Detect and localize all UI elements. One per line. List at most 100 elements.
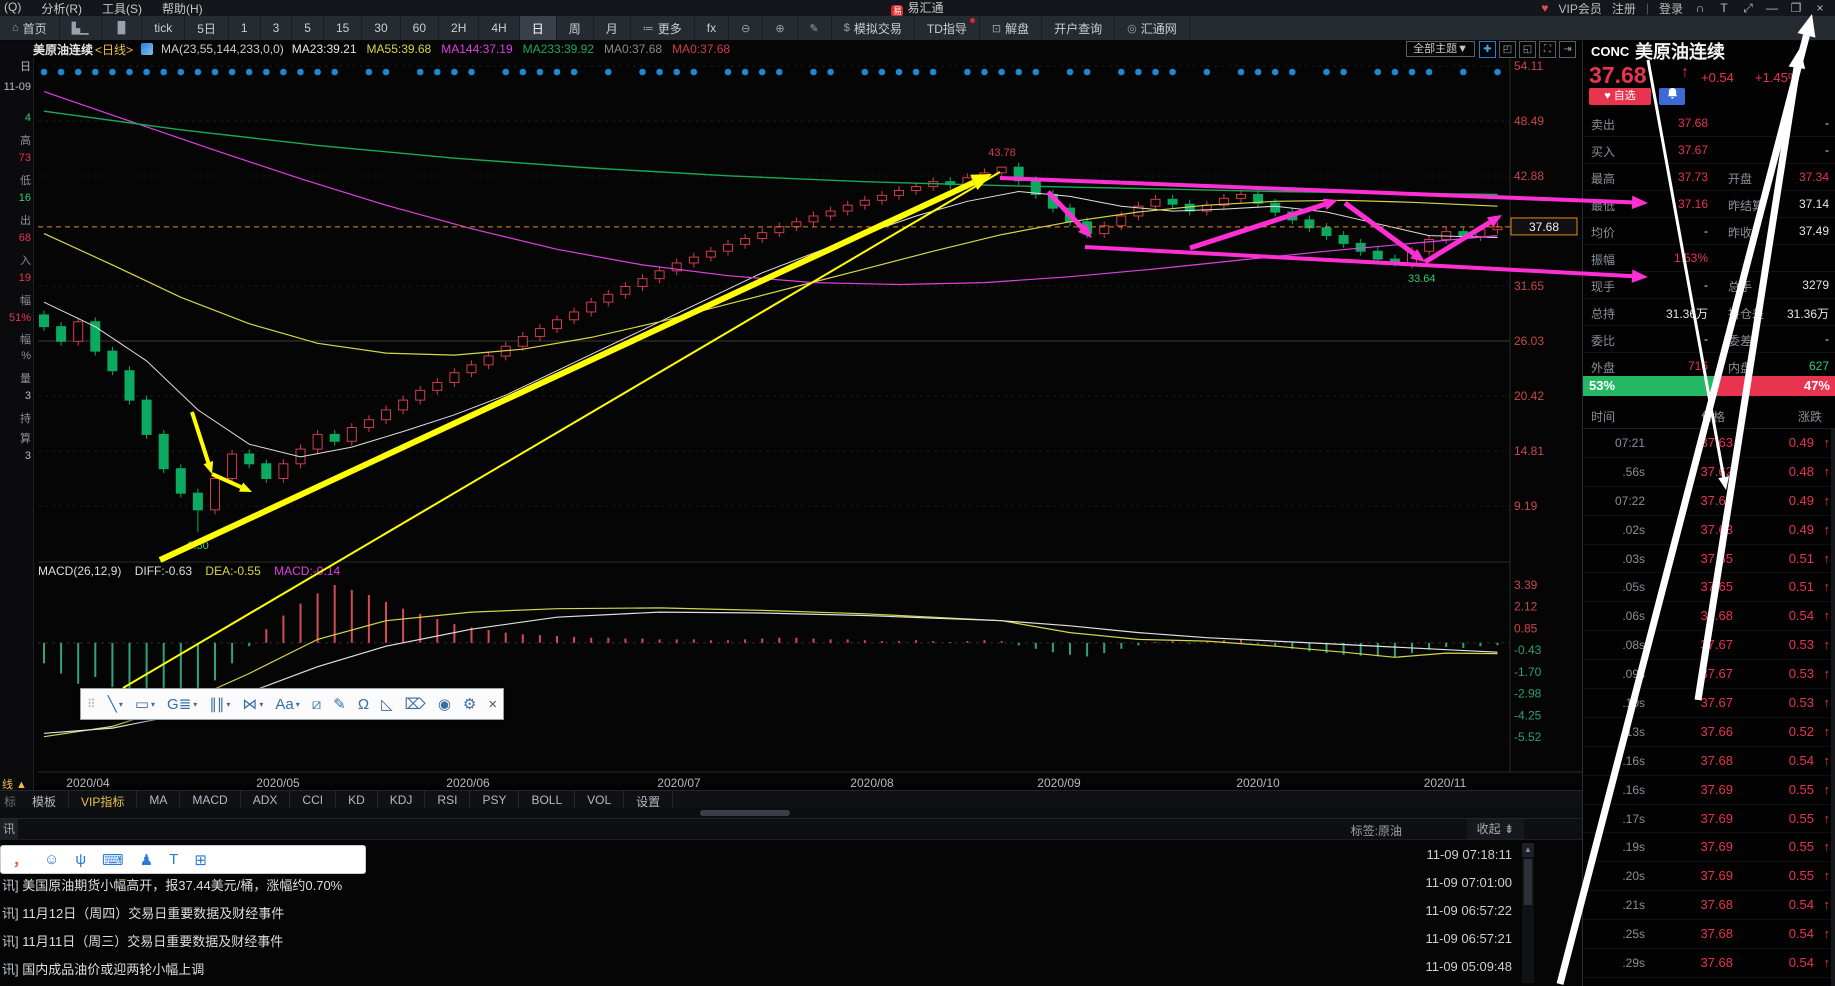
theme-dropdown[interactable]: 全部主题▼ [1406,41,1475,57]
toolbar-m3-button[interactable]: 3 [261,16,293,40]
toolbar-h4-button[interactable]: 4H [479,16,520,40]
tick-row[interactable]: .03s 37.65 0.51 ↑ [1583,545,1835,574]
toolbar-day-button[interactable]: 日 [519,16,557,40]
menu-item-3[interactable]: 帮助(H) [162,0,203,17]
tab-VOL[interactable]: VOL [575,791,625,809]
tick-row[interactable]: .17s 37.69 0.55 ↑ [1583,805,1835,834]
hscroll-thumb[interactable] [700,810,790,816]
toolbar-zoom-in-button[interactable]: ⊕ [763,16,798,40]
settings-tool-icon[interactable]: ⚙ [463,695,476,713]
tick-row[interactable]: .06s 37.68 0.54 ↑ [1583,602,1835,632]
toolbar-tick-button[interactable]: tick [142,16,186,40]
toolbar-week-button[interactable]: 周 [557,16,594,40]
toolbar-jiepan-button[interactable]: ⊡ 解盘 [980,16,1043,40]
news-collapse-button[interactable]: 收起 ⇟ [1466,819,1524,839]
tick-row[interactable]: .19s 37.69 0.55 ↑ [1583,833,1835,863]
toolbar-zoom-out-button[interactable]: ⊖ [729,16,764,40]
toolbar-account-query-button[interactable]: 开户查询 [1042,16,1116,40]
minimize-icon[interactable]: — [1765,1,1779,16]
tick-row[interactable]: .16s 37.68 0.54 ↑ [1583,747,1835,776]
news-tab[interactable]: 讯 [0,819,18,839]
pan-icon[interactable]: ✚ [1479,40,1496,58]
tab-PSY[interactable]: PSY [470,791,520,809]
news-item[interactable]: 讯] 11月12日（周四）交易日重要数据及财经事件 11-09 06:57:22 [0,896,1582,924]
tab-CCI[interactable]: CCI [290,791,337,809]
pencil-tool-icon[interactable]: ✎ [333,695,346,713]
ime-icon-1[interactable]: ☺ [44,851,59,868]
toolbar-h2-button[interactable]: 2H [439,16,480,40]
col-time[interactable]: 时间 [1591,408,1615,425]
tick-row[interactable]: .29s 37.68 0.54 ↑ [1583,949,1835,978]
tick-row[interactable]: .05s 37.65 0.51 ↑ [1583,573,1835,603]
tab-MACD[interactable]: MACD [180,791,241,809]
toolbar-td-guide-button[interactable]: TD指导 [915,16,980,40]
gann-tool-icon[interactable]: G≣ ▾ [167,695,197,713]
indicator-icon[interactable] [141,43,154,55]
fullscreen-icon[interactable]: ⛶ [1539,40,1556,58]
news-scroll-thumb[interactable] [1524,859,1532,905]
eraser-tool-icon[interactable]: ◺ [381,695,393,713]
axis-left-icon[interactable]: ◰ [1499,40,1516,58]
ime-icon-3[interactable]: ⌨ [102,851,124,869]
tick-row[interactable]: .08s 37.67 0.53 ↑ [1583,631,1835,661]
register-link[interactable]: 注册 [1612,0,1636,17]
menu-item-1[interactable]: 分析(R) [41,0,82,17]
tab-MA[interactable]: MA [137,791,181,809]
close-tool-icon[interactable]: × [488,696,497,713]
toolbar-fx-button[interactable]: fx [695,16,730,40]
text-tool-icon[interactable]: Aa ▾ [275,696,299,713]
col-change[interactable]: 涨跌 [1798,408,1822,425]
tab-模板[interactable]: 模板 [20,791,70,809]
login-link[interactable]: 登录 [1659,0,1683,17]
menu-item-2[interactable]: 工具(S) [102,0,142,17]
tab-设置[interactable]: 设置 [624,791,674,809]
toolbar-home-button[interactable]: ⌂ 首页 [0,16,60,40]
magnet-tool-icon[interactable]: Ω [358,696,369,713]
tick-row[interactable]: .09s 37.67 0.53 ↑ [1583,660,1835,690]
restore-icon[interactable]: ❐ [1789,1,1803,16]
drag-handle-icon[interactable]: ⠿ [87,697,96,711]
toolbar-m5-button[interactable]: 5 [292,16,324,40]
scroll-up-arrow[interactable]: ▲ [1522,843,1534,857]
tick-row[interactable]: .25s 37.68 0.54 ↑ [1583,920,1835,950]
toolbar-m30-button[interactable]: 30 [362,16,401,40]
toolbar-month-button[interactable]: 月 [594,16,631,40]
ime-icon-2[interactable]: ψ [75,851,86,868]
ime-icon-0[interactable]: ， [13,849,28,870]
tick-row[interactable]: .02s 37.63 0.49 ↑ [1583,516,1835,545]
line-tool-icon[interactable]: ╲ ▾ [108,695,123,713]
ime-icon-5[interactable]: T [169,851,178,868]
tick-row[interactable]: 07:21 37.63 0.49 ↑ [1583,429,1835,458]
toolbar-candle-chart-button[interactable]: ▐▌ [102,16,143,40]
chart-hscrollbar[interactable] [0,808,1582,818]
tick-row[interactable]: .56s 37.62 0.48 ↑ [1583,458,1835,487]
tick-row[interactable]: .32s37.680.54↑ [1583,978,1835,986]
visibility-tool-icon[interactable]: ◉ [438,695,451,713]
close-icon[interactable]: × [1813,1,1827,16]
tab-BOLL[interactable]: BOLL [519,791,576,809]
col-price[interactable]: 价格 [1701,408,1725,425]
tick-row[interactable]: .10s 37.67 0.53 ↑ [1583,689,1835,718]
toolbar-sim-trade-button[interactable]: $ 模拟交易 [832,16,915,40]
tick-row[interactable]: 07:22 37.63 0.49 ↑ [1583,487,1835,516]
tick-row[interactable]: .21s 37.68 0.54 ↑ [1583,891,1835,921]
news-item[interactable]: 讯] 国内成品油价或迎两轮小幅上调 11-09 05:09:48 [0,952,1582,980]
vip-member-link[interactable]: VIP会员 [1559,0,1602,17]
toolbar-m60-button[interactable]: 60 [401,16,440,40]
collapse-panel-icon[interactable]: ⇥ [1559,40,1576,58]
tick-row[interactable]: .20s 37.69 0.55 ↑ [1583,862,1835,892]
toolbar-5d-button[interactable]: 5日 [185,16,229,40]
vlines-tool-icon[interactable]: ∥∥ ▾ [209,695,230,713]
tab-ADX[interactable]: ADX [241,791,291,809]
wave-tool-icon[interactable]: ⋈ ▾ [242,695,263,713]
add-favorite-button[interactable]: ♥ 自选 [1589,88,1651,105]
tick-row[interactable]: .13s 37.66 0.52 ↑ [1583,718,1835,747]
toolbar-m15-button[interactable]: 15 [324,16,363,40]
skin-icon[interactable]: T [1717,1,1731,16]
toolbar-huitong-net-button[interactable]: ◎ 汇通网 [1115,16,1190,40]
news-item[interactable]: 讯] 11月11日（周三）交易日重要数据及财经事件 11-09 06:57:21 [0,924,1582,952]
tick-scrollbar[interactable] [1831,429,1835,986]
period-label[interactable]: <日线> [95,41,133,58]
popout-icon[interactable]: ⤢ [1741,1,1755,16]
ime-icon-4[interactable]: ♟ [140,851,153,869]
